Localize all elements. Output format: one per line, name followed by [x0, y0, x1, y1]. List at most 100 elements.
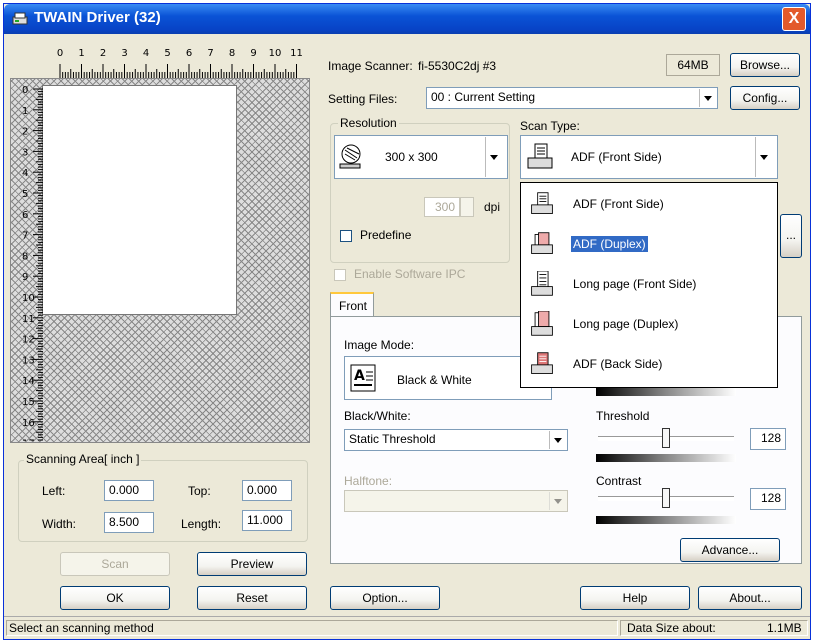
ruler-top-number: 9 [250, 48, 256, 59]
chevron-down-icon [549, 431, 566, 449]
ruler-left-number: 8 [22, 251, 28, 262]
software-ipc-checkbox[interactable] [334, 269, 346, 281]
image-mode-label: Image Mode: [344, 338, 415, 352]
black-white-label: Black/White: [344, 409, 411, 423]
data-size-label: Data Size about: [627, 621, 716, 635]
chevron-down-icon [485, 137, 506, 177]
scan-type-option[interactable]: ADF (Front Side) [525, 187, 775, 223]
scan-type-select[interactable]: ADF (Front Side) [520, 135, 778, 179]
scan-type-option-label: ADF (Back Side) [573, 357, 663, 371]
browse-button[interactable]: Browse... [730, 53, 800, 77]
width-label: Width: [42, 517, 77, 531]
scan-type-option[interactable]: ADF (Back Side) [525, 347, 775, 383]
ruler-top-number: 6 [186, 48, 192, 59]
config-button[interactable]: Config... [730, 86, 800, 110]
status-message: Select an scanning method [9, 621, 154, 635]
tab-front[interactable]: Front [330, 292, 374, 318]
predefine-label: Predefine [360, 228, 412, 242]
left-ruler: 01234567891011121314151617 [22, 85, 43, 441]
ruler-left-number: 11 [22, 314, 35, 325]
twain-driver-window: TWAIN Driver (32) X 0 1 2 3 4 5 6 7 8 9 10 11 01234… [3, 3, 811, 640]
top-label: Top: [188, 484, 211, 498]
threshold-slider-thumb[interactable] [662, 428, 670, 448]
scan-type-dropdown-list: ADF (Front Side) ADF (Duplex) Long page … [520, 182, 778, 388]
ruler-left-number: 14 [22, 376, 35, 387]
black-white-value: Static Threshold [349, 432, 436, 446]
adf-front-icon [527, 143, 553, 169]
halftone-label: Halftone: [344, 474, 393, 488]
close-button[interactable]: X [782, 7, 806, 31]
ruler-left-number: 7 [22, 231, 28, 242]
chevron-down-icon [699, 89, 716, 107]
setting-files-label: Setting Files: [328, 92, 398, 106]
status-message-pane: Select an scanning method [6, 620, 618, 636]
memory-indicator: 64MB [666, 54, 720, 76]
reset-button[interactable]: Reset [197, 586, 307, 610]
title-bar[interactable]: TWAIN Driver (32) X [4, 4, 810, 34]
preview-button[interactable]: Preview [197, 552, 307, 576]
scan-type-option-label: Long page (Front Side) [573, 277, 697, 291]
image-scanner-name: fi-5530C2dj #3 [418, 59, 497, 73]
contrast-label: Contrast [596, 474, 642, 488]
adf-back-icon [531, 352, 553, 374]
ruler-left-number: 6 [22, 210, 28, 221]
help-button[interactable]: Help [580, 586, 690, 610]
ruler-left-number: 15 [22, 397, 35, 408]
width-field[interactable]: 8.500 [104, 512, 154, 533]
ruler-top-number: 8 [229, 48, 235, 59]
chevron-down-icon [549, 492, 566, 510]
scan-button[interactable]: Scan [60, 552, 170, 576]
black-white-select[interactable]: Static Threshold [344, 429, 568, 451]
data-size-pane: Data Size about: 1.1MB [620, 620, 808, 636]
ruler-top-number: 10 [269, 48, 282, 59]
ruler-left-number: 12 [22, 335, 35, 346]
threshold-field[interactable]: 128 [750, 428, 786, 450]
page-outline [42, 85, 237, 315]
ruler-left-number: 10 [22, 293, 35, 304]
tab-front-label: Front [339, 299, 368, 313]
adf-duplex-icon [531, 232, 553, 254]
status-bar: Select an scanning method Data Size abou… [4, 616, 810, 639]
threshold-gradient [596, 454, 736, 462]
predefine-checkbox[interactable] [340, 230, 352, 242]
left-label: Left: [42, 484, 66, 498]
contrast-field[interactable]: 128 [750, 488, 786, 510]
ruler-top-number: 11 [290, 48, 303, 59]
scan-type-option-label: Long page (Duplex) [573, 317, 679, 331]
halftone-select[interactable] [344, 490, 568, 512]
image-scanner-label: Image Scanner: [328, 59, 413, 73]
data-size-value: 1.1MB [767, 621, 802, 635]
contrast-gradient [596, 516, 736, 524]
scan-type-option[interactable]: Long page (Duplex) [525, 307, 775, 343]
contrast-slider-thumb[interactable] [662, 488, 670, 508]
ruler-left-number: 17 [22, 439, 35, 441]
ruler-top-number: 5 [164, 48, 170, 59]
top-field[interactable]: 0.000 [242, 480, 292, 501]
resolution-select[interactable]: 300 x 300 [334, 135, 508, 179]
resolution-label: Resolution [338, 116, 399, 130]
ruler-left-number: 3 [22, 147, 28, 158]
window-title: TWAIN Driver (32) [34, 9, 161, 26]
ruler-top-number: 2 [100, 48, 106, 59]
custom-resolution-field[interactable]: 300 [424, 197, 460, 217]
advance-button[interactable]: Advance... [680, 538, 780, 562]
length-field[interactable]: 11.000 [242, 510, 292, 531]
length-label: Length: [181, 517, 222, 531]
ruler-left-number: 1 [22, 106, 28, 117]
option-button[interactable]: Option... [330, 586, 440, 610]
scanner-app-icon [12, 12, 28, 25]
scan-type-option-label: ADF (Front Side) [573, 197, 664, 211]
resolution-spinner[interactable] [460, 197, 474, 217]
brightness-gradient [596, 388, 736, 396]
chevron-down-icon [755, 137, 776, 177]
setting-files-select[interactable]: 00 : Current Setting [426, 87, 718, 109]
scan-type-option-selected[interactable]: ADF (Duplex) [525, 227, 775, 263]
left-field[interactable]: 0.000 [104, 480, 154, 501]
ruler-top-number: 1 [78, 48, 84, 59]
ruler-left-number: 0 [22, 85, 28, 96]
scan-type-option[interactable]: Long page (Front Side) [525, 267, 775, 303]
scan-type-more-button[interactable]: ... [780, 214, 802, 258]
about-button[interactable]: About... [698, 586, 802, 610]
ok-button[interactable]: OK [60, 586, 170, 610]
dpi-label: dpi [484, 200, 501, 214]
